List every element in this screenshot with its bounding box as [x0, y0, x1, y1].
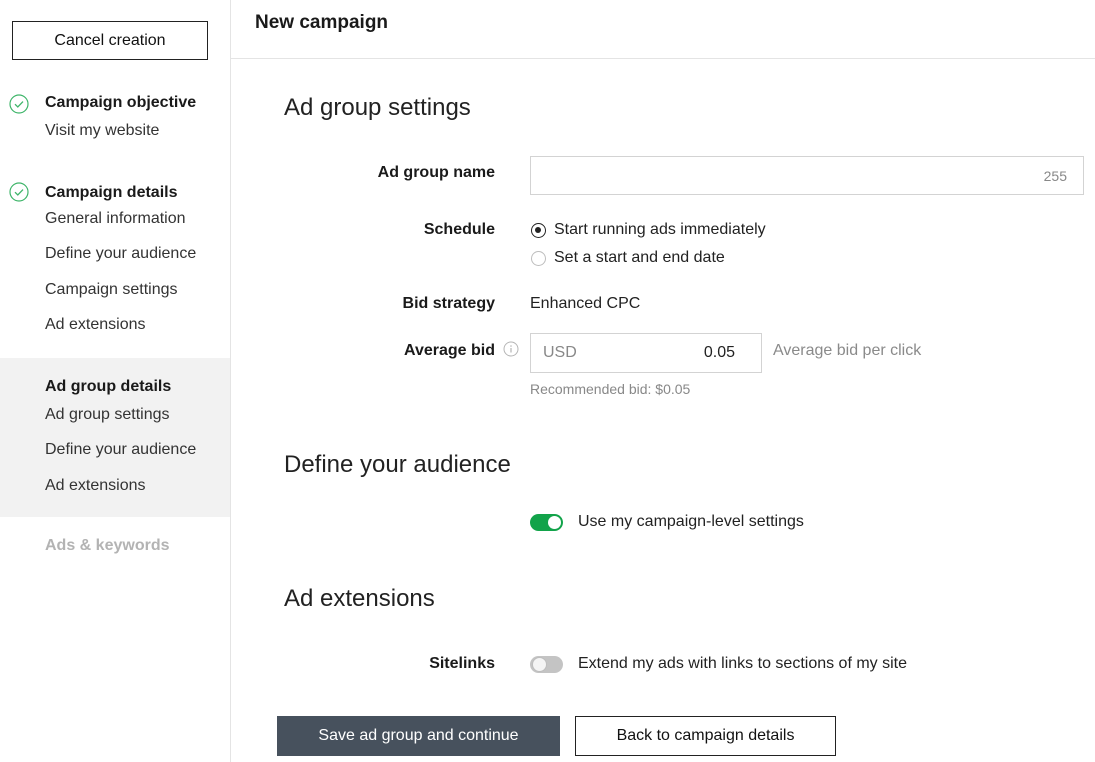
recommended-bid: Recommended bid: $0.05	[530, 381, 691, 397]
step-item-ad-extensions[interactable]: Ad extensions	[45, 477, 146, 495]
step-complete-check-icon	[9, 182, 29, 202]
step-title-campaign-objective[interactable]: Campaign objective	[45, 94, 196, 112]
bid-currency: USD	[543, 344, 577, 361]
ad-group-name-label: Ad group name	[377, 164, 495, 181]
info-icon[interactable]	[503, 341, 519, 357]
schedule-option-immediately[interactable]: Start running ads immediately	[531, 221, 766, 239]
step-item-define-audience[interactable]: Define your audience	[45, 441, 196, 459]
back-to-campaign-details-button[interactable]: Back to campaign details	[575, 716, 836, 756]
sitelinks-toggle[interactable]	[530, 656, 563, 673]
step-title-ad-group-details[interactable]: Ad group details	[45, 378, 171, 396]
ad-group-name-field[interactable]: 255	[530, 156, 1084, 195]
step-title-ads-keywords: Ads & keywords	[45, 537, 170, 554]
campaign-settings-toggle[interactable]	[530, 514, 563, 531]
sitelinks-label: Sitelinks	[429, 655, 495, 672]
toggle-knob	[532, 657, 547, 672]
sidebar: Cancel creation Campaign objective Visit…	[0, 0, 231, 762]
bid-strategy-label: Bid strategy	[402, 295, 495, 312]
step-title-campaign-details[interactable]: Campaign details	[45, 184, 177, 202]
section-title-ad-group-settings: Ad group settings	[284, 94, 471, 121]
page-header: New campaign	[231, 0, 1095, 59]
sitelinks-toggle-label: Extend my ads with links to sections of …	[578, 655, 908, 672]
radio-button-checked[interactable]	[531, 222, 546, 238]
step-item-define-audience[interactable]: Define your audience	[45, 245, 196, 263]
schedule-option-date-range[interactable]: Set a start and end date	[531, 249, 725, 267]
step-item-general-information[interactable]: General information	[45, 210, 186, 228]
page-title: New campaign	[255, 12, 389, 33]
char-count: 255	[1043, 168, 1067, 184]
save-and-continue-button[interactable]: Save ad group and continue	[277, 716, 560, 756]
radio-button-unchecked[interactable]	[531, 250, 546, 266]
schedule-option-label: Start running ads immediately	[554, 221, 766, 238]
step-complete-check-icon	[9, 94, 29, 114]
step-item-ad-extensions[interactable]: Ad extensions	[45, 316, 146, 334]
schedule-label: Schedule	[423, 221, 495, 238]
average-bid-label: Average bid	[404, 342, 495, 359]
step-item-visit-my-website[interactable]: Visit my website	[45, 122, 159, 140]
bid-value: 0.05	[703, 344, 735, 361]
cancel-creation-button[interactable]: Cancel creation	[12, 21, 208, 60]
step-item-ad-group-settings[interactable]: Ad group settings	[45, 406, 170, 424]
section-title-define-audience: Define your audience	[284, 451, 511, 478]
average-bid-hint: Average bid per click	[773, 342, 922, 359]
step-item-campaign-settings[interactable]: Campaign settings	[45, 281, 178, 299]
campaign-settings-toggle-label: Use my campaign-level settings	[578, 513, 804, 530]
section-title-ad-extensions: Ad extensions	[284, 585, 435, 612]
bid-strategy-value: Enhanced CPC	[530, 295, 641, 312]
average-bid-input[interactable]: USD 0.05	[530, 333, 762, 373]
schedule-option-label: Set a start and end date	[554, 249, 725, 266]
ad-group-name-input[interactable]	[531, 157, 1083, 194]
toggle-knob	[548, 516, 561, 529]
